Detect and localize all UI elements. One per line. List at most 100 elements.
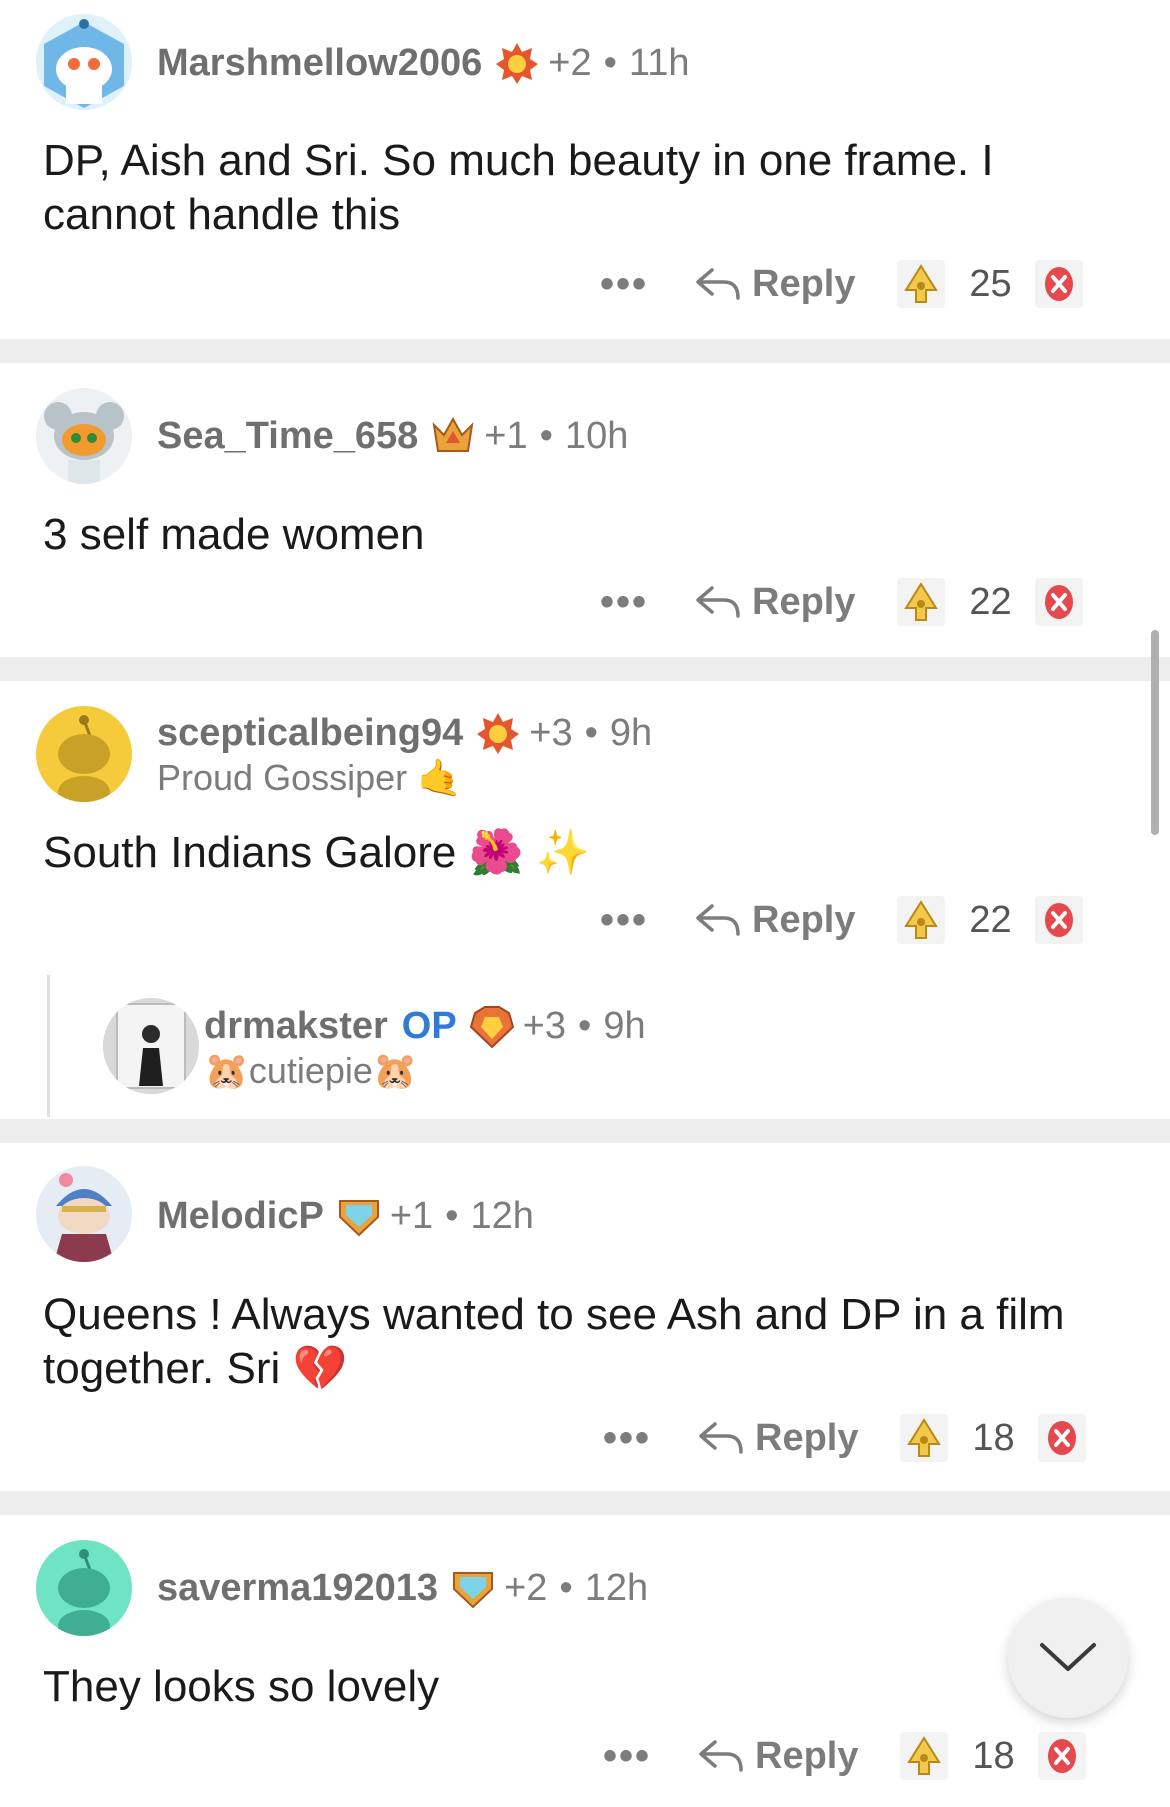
upvote-button[interactable] [900,1414,949,1462]
comment-text: They looks so lovely [43,1662,440,1711]
timestamp: 12h [470,1194,534,1237]
username[interactable]: drmakster [204,1005,388,1048]
divider [0,1119,1170,1143]
diamond-badge-icon [453,1572,494,1609]
diamond-badge-icon [338,1200,379,1237]
upvote-button[interactable] [897,896,946,944]
comment-meta: MelodicP +1 • 12h [157,1193,534,1239]
downvote-icon [1048,1421,1077,1455]
comment-actions: ••• Reply 22 [594,890,1084,950]
comment-text: Queens ! Always wanted to see Ash and DP… [43,1290,1065,1393]
avatar[interactable] [36,706,132,802]
username[interactable]: Sea_Time_658 [157,415,418,458]
karma-count: +1 [484,414,528,457]
upvote-button[interactable] [900,1732,949,1780]
next-comment-button[interactable] [1008,1598,1128,1718]
comment-actions: ••• Reply 18 [597,1726,1087,1786]
comment-text: 3 self made women [43,510,425,559]
snoo-avatar-icon [44,402,124,484]
default-snoo-avatar-icon [58,715,110,802]
timestamp: 10h [564,414,629,457]
more-options-button[interactable]: ••• [594,262,654,307]
timestamp: 12h [584,1566,649,1609]
crown-badge-icon [432,416,474,452]
chevron-down-icon [1040,1643,1096,1671]
username[interactable]: MelodicP [157,1195,324,1238]
downvote-button[interactable] [1035,896,1084,944]
op-badge: OP [401,1004,457,1047]
upvote-icon [904,900,939,939]
karma-count: +3 [522,1004,566,1047]
avatar[interactable] [36,1166,132,1262]
thread-line[interactable] [47,975,50,1117]
comment-text: DP, Aish and Sri. So much beauty in one … [43,136,994,239]
downvote-button[interactable] [1035,260,1084,308]
reply-button[interactable]: Reply [697,1735,858,1778]
more-options-button[interactable]: ••• [594,898,654,943]
fire-gem-icon [469,1006,514,1049]
upvote-icon [907,1736,942,1775]
comment-meta: Sea_Time_658 +1 • 10h [157,413,628,459]
karma-count: +1 [389,1194,434,1237]
reply-button[interactable]: Reply [694,263,855,306]
upvote-icon [904,582,939,621]
avatar[interactable] [36,14,132,110]
comment-actions: ••• Reply 18 [597,1408,1087,1468]
timestamp: 11h [628,41,690,84]
flame-badge-icon [496,43,539,84]
comment-meta: scepticalbeing94 +3 • 9h [157,710,652,756]
reply-button[interactable]: Reply [694,581,855,624]
downvote-icon [1045,903,1074,937]
vote-score: 22 [969,898,1012,941]
username[interactable]: scepticalbeing94 [157,712,463,755]
comment-meta: Marshmellow2006 +2 • 11h [157,40,690,86]
comment-meta: drmakster OP +3 • 9h [204,1003,646,1049]
reply-arrow-icon [696,904,740,936]
karma-count: +2 [504,1566,548,1609]
timestamp: 9h [603,1004,646,1047]
divider [0,339,1170,363]
username[interactable]: Marshmellow2006 [157,42,482,85]
comment-text: South Indians Galore 🌺 ✨ [43,828,591,877]
reply-arrow-icon [699,1740,743,1772]
vote-score: 18 [972,1416,1015,1459]
divider [0,657,1170,681]
avatar[interactable] [103,998,199,1094]
avatar[interactable] [36,388,132,484]
flame-badge-icon [477,713,520,754]
downvote-icon [1045,585,1074,619]
vote-score: 25 [969,262,1012,305]
reply-arrow-icon [696,586,740,618]
downvote-icon [1045,267,1074,301]
username[interactable]: saverma192013 [157,1567,438,1610]
upvote-button[interactable] [897,578,946,626]
comment-actions: ••• Reply 25 [594,254,1084,314]
reply-arrow-icon [699,1422,743,1454]
user-flair: Proud Gossiper 🤙 [157,757,462,798]
scrollbar[interactable] [1151,630,1159,835]
more-options-button[interactable]: ••• [597,1416,657,1461]
karma-count: +3 [529,711,573,754]
downvote-button[interactable] [1038,1414,1087,1462]
upvote-icon [904,264,939,303]
snoo-avatar-icon [44,19,124,108]
reply-arrow-icon [696,268,740,300]
reply-button[interactable]: Reply [694,899,855,942]
default-snoo-avatar-icon [58,1549,110,1636]
more-options-button[interactable]: ••• [597,1734,657,1779]
divider [0,1491,1170,1515]
user-flair: 🐹cutiepie🐹 [204,1050,418,1091]
downvote-button[interactable] [1035,578,1084,626]
downvote-icon [1048,1739,1077,1773]
more-options-button[interactable]: ••• [594,580,654,625]
reply-button[interactable]: Reply [697,1417,858,1460]
snoo-avatar-icon [54,1173,114,1262]
vote-score: 22 [969,580,1012,623]
downvote-button[interactable] [1038,1732,1087,1780]
upvote-icon [907,1418,942,1457]
avatar[interactable] [36,1540,132,1636]
vote-score: 18 [972,1734,1015,1777]
karma-count: +2 [548,41,592,84]
timestamp: 9h [609,711,653,754]
upvote-button[interactable] [897,260,946,308]
